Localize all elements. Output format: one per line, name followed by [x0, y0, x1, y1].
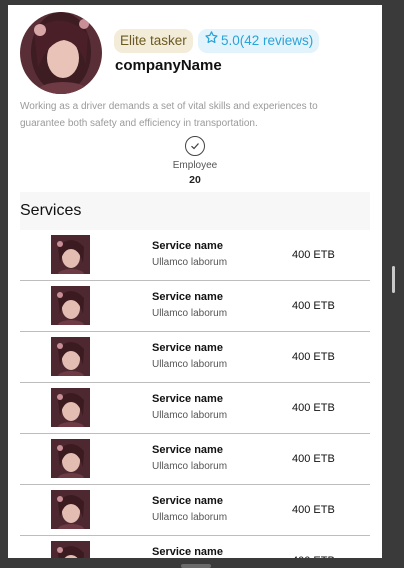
service-name: Service name: [152, 546, 223, 558]
check-circle-icon: [185, 136, 205, 156]
service-price: 400 ETB: [292, 300, 335, 312]
service-row[interactable]: Service nameUllamco laborum400 ETB: [20, 536, 370, 558]
service-subtitle: Ullamco laborum: [152, 461, 228, 472]
service-name: Service name: [152, 291, 223, 303]
service-subtitle: Ullamco laborum: [152, 512, 228, 523]
service-thumbnail: [51, 439, 90, 478]
service-subtitle: Ullamco laborum: [152, 257, 228, 268]
service-thumbnail: [51, 286, 90, 325]
service-price: 400 ETB: [292, 504, 335, 516]
employee-count: 20: [189, 174, 201, 186]
service-row[interactable]: Service name Ullamco laborum 400 ETB: [20, 485, 370, 536]
scrollbar-handle[interactable]: [392, 266, 395, 293]
employee-label: Employee: [172, 160, 218, 171]
star-outline-icon: [204, 29, 219, 53]
service-name: Service name: [152, 393, 223, 405]
services-heading: Services: [20, 192, 370, 230]
service-price: 400 ETB: [292, 249, 335, 261]
elite-tasker-badge: Elite tasker: [114, 29, 193, 53]
profile-card: Elite tasker 5.0(42 reviews) companyName…: [8, 5, 382, 558]
service-subtitle: Ullamco laborum: [152, 410, 228, 421]
rating-text: 5.0(42 reviews): [221, 33, 314, 48]
service-row[interactable]: Service name Ullamco laborum 400 ETB: [20, 383, 370, 434]
service-row[interactable]: Service name Ullamco laborum 400 ETB: [20, 230, 370, 281]
service-thumbnail: [51, 235, 90, 274]
service-name: Service name: [152, 240, 223, 252]
service-name: Service name: [152, 444, 223, 456]
service-row[interactable]: Service name Ullamco laborum 400 ETB: [20, 434, 370, 485]
service-subtitle: Ullamco laborum: [152, 308, 228, 319]
service-price: 400 ETB: [292, 402, 335, 414]
service-price: 400 ETB: [292, 555, 335, 558]
profile-description: Working as a driver demands a set of vit…: [20, 101, 318, 129]
service-price: 400 ETB: [292, 351, 335, 363]
company-name: companyName: [115, 57, 222, 74]
service-row[interactable]: Service name Ullamco laborum 400 ETB: [20, 281, 370, 332]
employee-stat: Employee 20: [8, 136, 382, 186]
rating-badge[interactable]: 5.0(42 reviews): [198, 29, 320, 53]
service-thumbnail: [51, 337, 90, 376]
service-thumbnail: [51, 541, 90, 558]
service-name: Service name: [152, 495, 223, 507]
profile-avatar: [20, 12, 102, 94]
service-subtitle: Ullamco laborum: [152, 359, 228, 370]
service-thumbnail: [51, 388, 90, 427]
home-indicator[interactable]: [181, 564, 211, 568]
service-thumbnail: [51, 490, 90, 529]
service-price: 400 ETB: [292, 453, 335, 465]
service-list: Service name Ullamco laborum 400 ETB Servic…: [20, 230, 370, 558]
service-row[interactable]: Service name Ullamco laborum 400 ETB: [20, 332, 370, 383]
service-name: Service name: [152, 342, 223, 354]
